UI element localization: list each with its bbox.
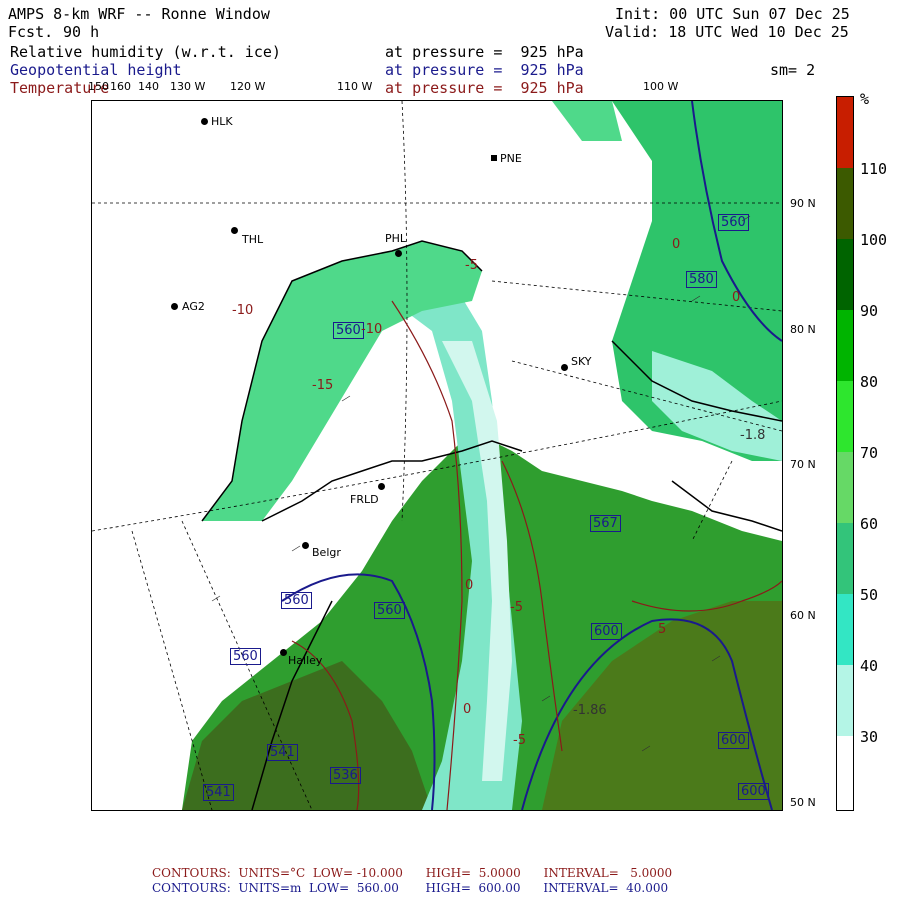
colorbar-segment: [837, 381, 853, 452]
station-marker: [561, 364, 568, 371]
lat-label: 60 N: [790, 609, 816, 622]
smoothing: sm= 2: [770, 61, 816, 79]
colorbar-segment: [837, 310, 853, 381]
temp-label: 0: [463, 702, 472, 717]
station-marker: [171, 303, 178, 310]
height-label: 567: [590, 515, 621, 532]
init-time: Init: 00 UTC Sun 07 Dec 25: [615, 5, 850, 23]
colorbar-label: 30: [860, 728, 879, 746]
lat-label: 80 N: [790, 323, 816, 336]
field-rh: Relative humidity (w.r.t. ice): [10, 43, 281, 61]
lat-label: 90 N: [790, 197, 816, 210]
colorbar-label: 70: [860, 444, 879, 462]
height-label: 541: [267, 744, 298, 761]
colorbar-label: 40: [860, 657, 879, 675]
lon-label: 110 W: [337, 80, 373, 93]
humidity-area-north-strip: [552, 101, 622, 141]
lat-label: 50 N: [790, 796, 816, 809]
lon-label: 130 W: [170, 80, 206, 93]
temp-label: 5: [658, 622, 667, 637]
map-panel: [91, 100, 783, 811]
temp-label: -10: [361, 322, 383, 337]
station-sky: SKY: [571, 355, 592, 368]
station-marker: [491, 155, 497, 161]
map-canvas: [92, 101, 782, 810]
lon-label: 160: [110, 80, 131, 93]
station-belgr: Belgr: [312, 546, 341, 559]
colorbar-segment: [837, 168, 853, 239]
temp-label: 0: [732, 290, 741, 305]
height-label: 600: [738, 783, 769, 800]
lat-label: 70 N: [790, 458, 816, 471]
station-pne: PNE: [500, 152, 522, 165]
colorbar-segment: [837, 594, 853, 665]
station-marker: [302, 542, 309, 549]
height-label: 600: [591, 623, 622, 640]
temp-label: -5: [465, 258, 478, 273]
temp-label: 0: [672, 237, 681, 252]
valid-time: Valid: 18 UTC Wed 10 Dec 25: [605, 23, 849, 41]
model-title: AMPS 8-km WRF -- Ronne Window: [8, 5, 270, 23]
station-ag2: AG2: [182, 300, 205, 313]
temp-label: 0: [465, 578, 474, 593]
forecast-hours: 90 h: [63, 23, 100, 41]
colorbar-segment: [837, 97, 853, 168]
colorbar-segment: [837, 239, 853, 310]
station-phl: PHL: [385, 232, 407, 245]
height-label: 560: [230, 648, 261, 665]
field-height-level: at pressure = 925 hPa: [385, 61, 584, 79]
lon-label: 100 W: [643, 80, 679, 93]
colorbar-segment: [837, 665, 853, 736]
colorbar-label: 100: [860, 231, 888, 249]
colorbar-unit: %: [860, 90, 870, 108]
colorbar-label: 60: [860, 515, 879, 533]
station-marker: [280, 649, 287, 656]
field-height: Geopotential height: [10, 61, 182, 79]
colorbar-label: 90: [860, 302, 879, 320]
station-marker: [201, 118, 208, 125]
station-marker: [395, 250, 402, 257]
station-halley: Halley: [288, 654, 323, 667]
temp-label: -5: [513, 733, 526, 748]
temp-label: -1.8: [740, 428, 766, 443]
height-label: 580: [686, 271, 717, 288]
temp-label: -1.86: [573, 703, 607, 718]
height-label: 541: [203, 784, 234, 801]
colorbar-label: 80: [860, 373, 879, 391]
station-marker: [231, 227, 238, 234]
colorbar-label: 50: [860, 586, 879, 604]
height-label: 560: [333, 322, 364, 339]
station-marker: [378, 483, 385, 490]
footer-height-contours: CONTOURS: UNITS=m LOW= 560.00 HIGH= 600.…: [152, 881, 669, 895]
station-frld: FRLD: [350, 493, 379, 506]
footer-temp-contours: CONTOURS: UNITS=°C LOW= -10.000 HIGH= 5.…: [152, 866, 673, 880]
colorbar-segment: [837, 452, 853, 523]
height-label: 560: [281, 592, 312, 609]
temp-label: -15: [312, 378, 334, 393]
colorbar-segment: [837, 736, 853, 810]
field-rh-level: at pressure = 925 hPa: [385, 43, 584, 61]
station-hlk: HLK: [211, 115, 233, 128]
field-temp-level: at pressure = 925 hPa: [385, 79, 584, 97]
temp-label: -10: [232, 303, 254, 318]
height-label: 560: [374, 602, 405, 619]
lon-label: 150: [88, 80, 109, 93]
colorbar-label: 110: [860, 160, 888, 178]
lon-label: 140: [138, 80, 159, 93]
height-label: 536: [330, 767, 361, 784]
colorbar: [836, 96, 854, 811]
colorbar-segment: [837, 523, 853, 594]
forecast-label: Fcst.: [8, 23, 54, 41]
height-label: 560: [718, 214, 749, 231]
temp-label: -5: [510, 600, 523, 615]
height-label: 600: [718, 732, 749, 749]
station-thl: THL: [242, 233, 264, 246]
lon-label: 120 W: [230, 80, 266, 93]
